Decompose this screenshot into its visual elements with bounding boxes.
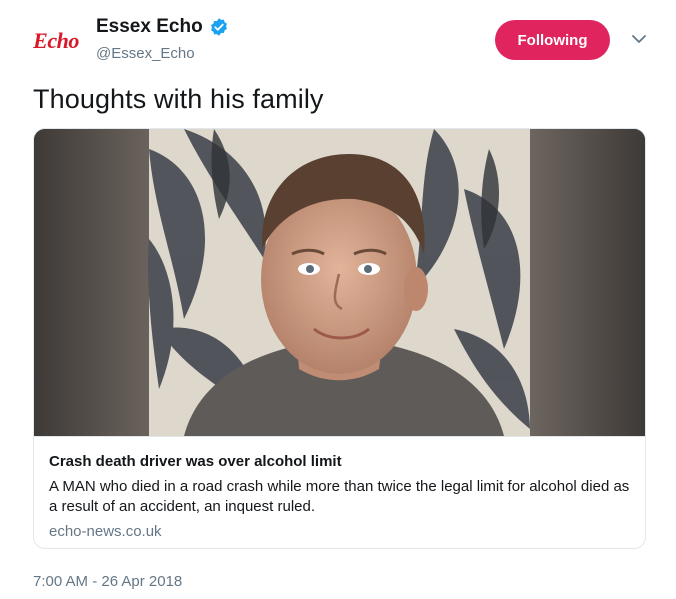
avatar-logo-text: Echo (33, 28, 79, 53)
card-title[interactable]: Crash death driver was over alcohol limi… (49, 453, 342, 470)
display-name[interactable]: Essex Echo (96, 16, 203, 38)
user-handle[interactable]: @Essex_Echo (96, 45, 195, 62)
card-photo-illustration (34, 129, 645, 436)
card-domain: echo-news.co.uk (49, 523, 162, 540)
following-button[interactable]: Following (495, 20, 610, 60)
verified-badge-icon (210, 18, 227, 36)
link-card[interactable]: Crash death driver was over alcohol limi… (33, 128, 646, 549)
card-image[interactable] (34, 129, 645, 436)
avatar[interactable]: Echo (28, 20, 84, 62)
chevron-down-icon[interactable] (630, 32, 648, 46)
card-body[interactable]: Crash death driver was over alcohol limi… (34, 436, 645, 548)
name-row[interactable]: Essex Echo (96, 16, 229, 38)
card-description: A MAN who died in a road crash while mor… (49, 478, 630, 515)
tweet-text: Thoughts with his family (33, 84, 324, 114)
tweet-header: Echo Essex Echo @Essex_Echo Following (0, 0, 676, 80)
tweet-timestamp[interactable]: 7:00 AM - 26 Apr 2018 (33, 573, 182, 590)
